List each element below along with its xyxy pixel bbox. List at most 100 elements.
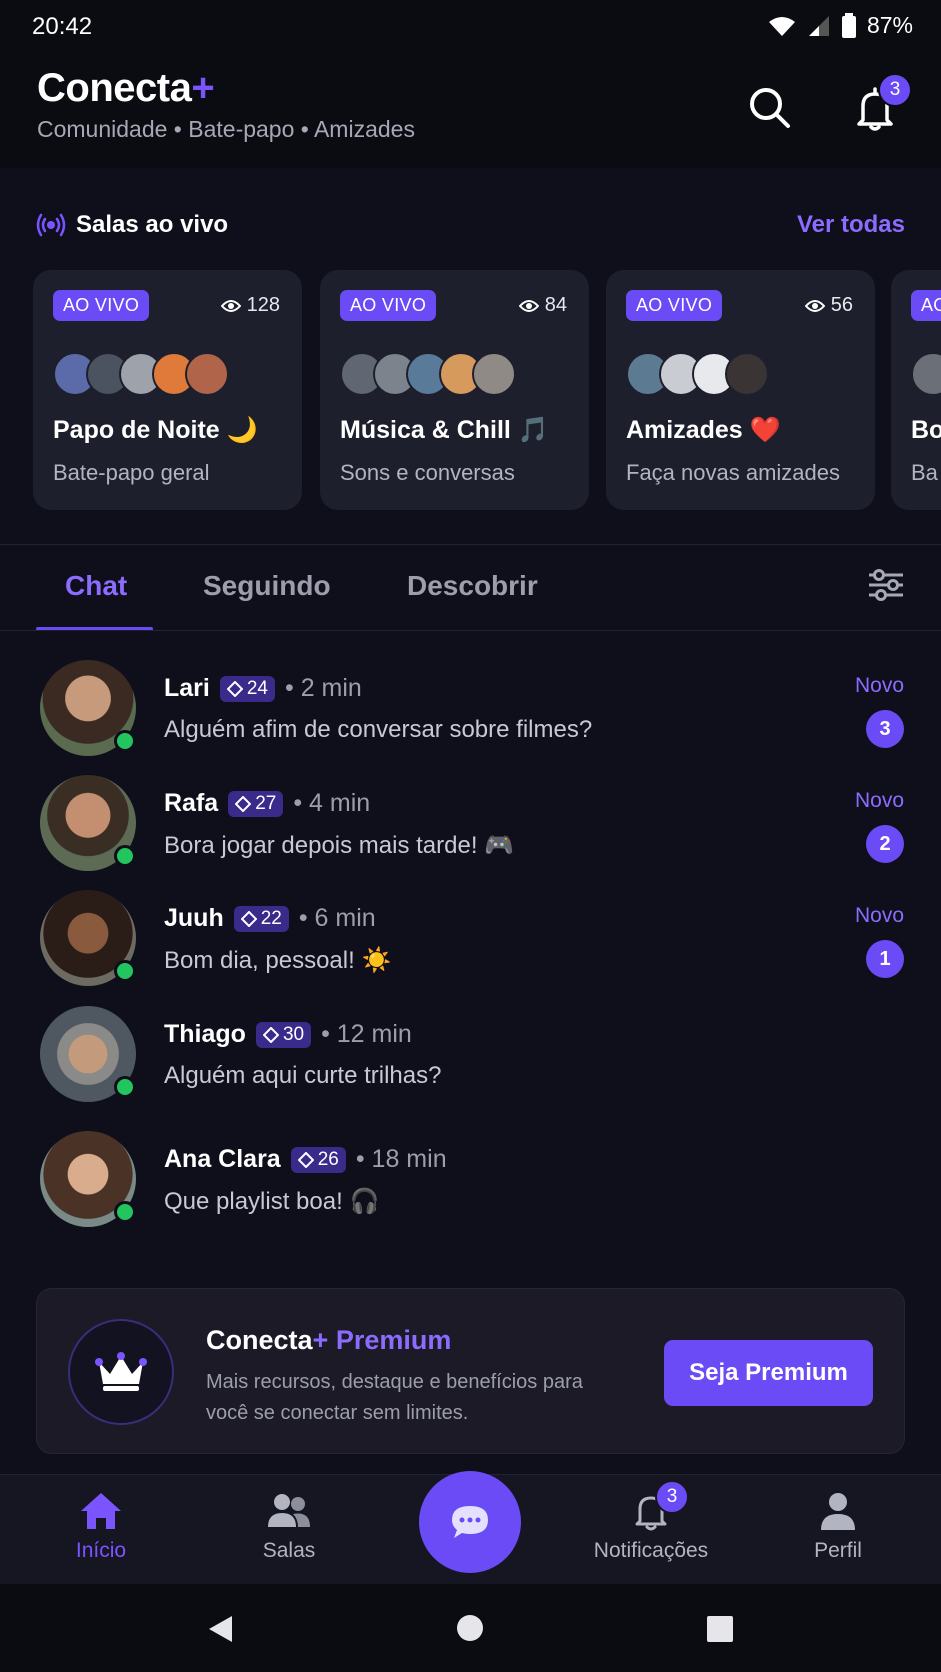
- person-icon: [821, 1493, 855, 1530]
- eye-icon: [804, 299, 825, 312]
- new-label: Novo: [854, 789, 904, 812]
- chat-row[interactable]: Lari 24 • 2 min Alguém afim de conversar…: [0, 650, 941, 760]
- live-rooms-carousel[interactable]: AO VIVO 128 Papo de Noite 🌙 Bate-papo ge…: [33, 270, 941, 510]
- chat-tabs: Chat Seguindo Descobrir: [0, 545, 941, 631]
- app-tagline: Comunidade • Bate-papo • Amizades: [37, 116, 415, 142]
- room-card[interactable]: AO VIVO 128 Papo de Noite 🌙 Bate-papo ge…: [33, 270, 302, 510]
- back-icon[interactable]: [206, 1614, 236, 1644]
- diamond-icon: [226, 680, 243, 697]
- room-card[interactable]: AO VIVO 84 Música & Chill 🎵 Sons e conve…: [320, 270, 589, 510]
- room-subtitle: Bate-papo geral: [53, 460, 210, 485]
- filter-icon[interactable]: [867, 567, 905, 603]
- status-time: 20:42: [32, 13, 93, 40]
- nav-home[interactable]: Início: [31, 1491, 171, 1563]
- nav-profile[interactable]: Perfil: [768, 1491, 908, 1563]
- online-indicator: [114, 730, 136, 752]
- online-indicator: [114, 960, 136, 982]
- wifi-icon: [768, 16, 795, 36]
- live-badge: AO VIVO: [340, 290, 437, 321]
- participant-avatars: [626, 352, 769, 396]
- room-subtitle: Sons e conversas: [340, 460, 515, 485]
- unread-count-badge: 3: [866, 710, 904, 748]
- tab-following[interactable]: Seguindo: [203, 570, 331, 602]
- tab-discover[interactable]: Descobrir: [407, 570, 538, 602]
- chat-header-line: Thiago 30 • 12 min: [164, 1020, 412, 1049]
- chat-message: Que playlist boa! 🎧: [164, 1188, 380, 1215]
- status-icons: 87%: [767, 12, 913, 39]
- chat-message: Alguém afim de conversar sobre filmes?: [164, 716, 593, 743]
- level-badge: 26: [290, 1146, 346, 1173]
- premium-title: Conecta+ Premium: [206, 1325, 452, 1355]
- live-badge: AO VIVO: [911, 290, 941, 321]
- chat-row[interactable]: Thiago 30 • 12 min Alguém aqui curte tri…: [0, 996, 941, 1106]
- recents-icon[interactable]: [706, 1615, 734, 1643]
- room-name: Papo de Noite 🌙: [53, 416, 258, 444]
- avatar: [472, 352, 516, 396]
- chat-time: • 12 min: [321, 1020, 412, 1048]
- chat-header-line: Rafa 27 • 4 min: [164, 789, 370, 818]
- room-subtitle: Faça novas amizades: [626, 460, 840, 485]
- online-indicator: [114, 1201, 136, 1223]
- new-chat-button[interactable]: [419, 1471, 521, 1573]
- chat-name: Lari: [164, 674, 210, 702]
- avatar: [185, 352, 229, 396]
- get-premium-button[interactable]: Seja Premium: [664, 1340, 873, 1406]
- premium-banner: Conecta+ Premium Mais recursos, destaque…: [36, 1288, 905, 1454]
- tabs-divider: [0, 630, 941, 631]
- diamond-icon: [235, 795, 252, 812]
- viewer-count: 56: [804, 294, 853, 317]
- chat-time: • 2 min: [285, 674, 362, 702]
- avatar: [911, 352, 941, 396]
- crown-icon: [95, 1352, 147, 1391]
- online-indicator: [114, 845, 136, 867]
- room-card[interactable]: AO VIVO 56 Amizades ❤️ Faça novas amizad…: [606, 270, 875, 510]
- home-button-icon[interactable]: [456, 1614, 484, 1642]
- app-brand: Conecta+: [37, 66, 215, 110]
- search-icon[interactable]: [746, 84, 794, 132]
- group-icon: [268, 1494, 310, 1527]
- eye-icon: [518, 299, 539, 312]
- room-subtitle: Ba: [911, 460, 938, 485]
- viewer-count: 128: [220, 294, 280, 317]
- level-badge: 22: [233, 905, 289, 932]
- level-badge: 30: [255, 1021, 312, 1048]
- see-all-link[interactable]: Ver todas: [797, 211, 905, 239]
- new-label: Novo: [854, 904, 904, 927]
- chat-message: Bom dia, pessoal! ☀️: [164, 947, 392, 974]
- nav-notification-badge: 3: [655, 1480, 689, 1514]
- chat-message: Alguém aqui curte trilhas?: [164, 1062, 442, 1089]
- new-label: Novo: [854, 674, 904, 697]
- chat-bubble-icon: [452, 1506, 488, 1538]
- diamond-icon: [297, 1151, 314, 1168]
- chat-name: Thiago: [164, 1020, 246, 1048]
- system-nav-bar: [0, 1584, 941, 1672]
- diamond-icon: [262, 1026, 279, 1043]
- room-card[interactable]: AO VIVO Bo Ba: [891, 270, 941, 510]
- nav-notifications[interactable]: Notificações: [581, 1491, 721, 1563]
- tab-chat[interactable]: Chat: [65, 570, 127, 602]
- room-name: Amizades ❤️: [626, 416, 781, 444]
- chat-header-line: Lari 24 • 2 min: [164, 674, 362, 703]
- chat-header-line: Juuh 22 • 6 min: [164, 904, 376, 933]
- live-rooms-header: Salas ao vivo Ver todas: [36, 208, 905, 242]
- room-name: Bo: [911, 416, 941, 444]
- app-header: Conecta+ Comunidade • Bate-papo • Amizad…: [0, 54, 941, 168]
- level-badge: 24: [219, 675, 275, 702]
- chat-time: • 4 min: [293, 789, 371, 817]
- nav-rooms[interactable]: Salas: [219, 1491, 359, 1563]
- battery-icon: [841, 12, 856, 38]
- viewer-count: 84: [518, 294, 567, 317]
- level-badge: 27: [228, 790, 284, 817]
- diamond-icon: [240, 910, 257, 927]
- unread-count-badge: 1: [866, 940, 904, 978]
- live-rooms-title: Salas ao vivo: [76, 211, 229, 238]
- avatar: [725, 352, 769, 396]
- chat-message: Bora jogar depois mais tarde! 🎮: [164, 832, 515, 859]
- status-bar: 20:42 87%: [0, 0, 941, 54]
- chat-row[interactable]: Rafa 27 • 4 min Bora jogar depois mais t…: [0, 765, 941, 875]
- chat-row[interactable]: Ana Clara 26 • 18 min Que playlist boa! …: [0, 1121, 941, 1231]
- online-indicator: [114, 1076, 136, 1098]
- live-badge: AO VIVO: [626, 290, 723, 321]
- chat-row[interactable]: Juuh 22 • 6 min Bom dia, pessoal! ☀️ Nov…: [0, 880, 941, 990]
- room-name: Música & Chill 🎵: [340, 416, 549, 444]
